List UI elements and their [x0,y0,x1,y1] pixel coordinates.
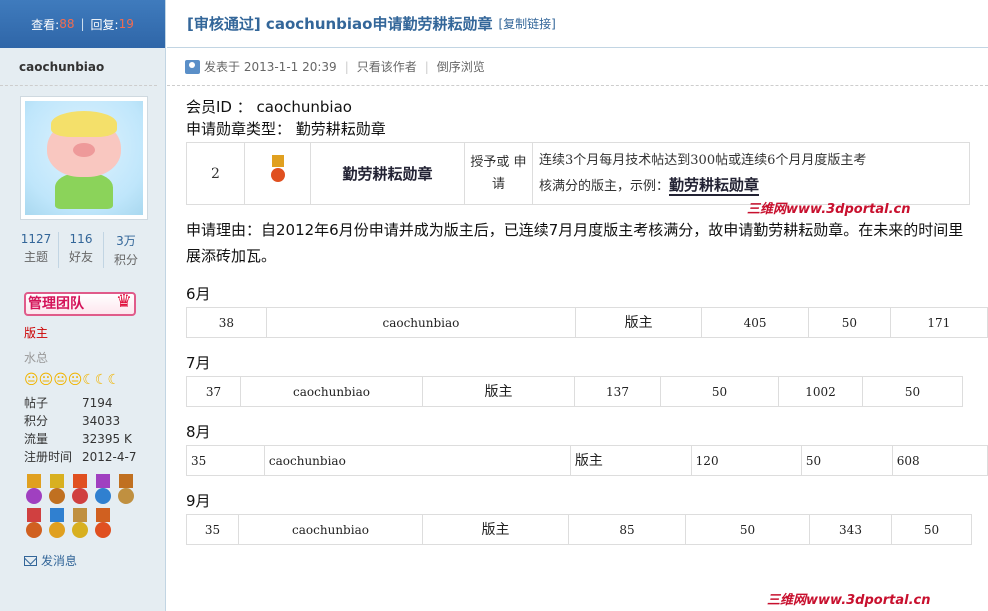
month-record-table: 35 caochunbiao 版主 120 50 608 [186,445,988,476]
info-row: 积分 34033 [24,414,121,428]
table-cell: 50 [800,445,893,476]
table-cell: 85 [568,514,686,545]
member-id-line: 会员ID ： caochunbiao [186,98,352,116]
month-label: 6月 [186,285,211,303]
medal-icon [270,155,286,185]
table-cell: 38 [186,307,267,338]
avatar[interactable] [20,96,148,220]
table-cell: 50 [660,376,779,407]
medal-method: 授予或 申请 [464,142,533,205]
medal-icon[interactable] [24,474,44,506]
month-label: 8月 [186,423,211,441]
post-title-bar: [审核通过] caochunbiao申请勤劳耕耘勋章 [复制链接] [167,0,988,48]
table-row: 37 caochunbiao 版主 137 50 1002 50 [186,376,963,407]
table-cell: 版主 [569,445,692,476]
author-username[interactable]: caochunbiao [0,48,157,86]
medal-icon[interactable] [93,508,113,540]
watermark-text: 三维网www.3dportal.cn [747,202,911,217]
thread-stats: 查看: 88 | 回复: 19 [0,0,165,48]
medal-icon[interactable] [70,474,90,506]
medal-list [24,474,144,540]
post-date: 发表于 2013-1-1 20:39 [204,60,337,74]
table-cell: caochunbiao [263,445,571,476]
table-cell: 50 [808,307,891,338]
table-cell: 版主 [422,514,569,545]
table-cell: 50 [685,514,810,545]
divider: | [80,17,85,31]
month-record-table: 37 caochunbiao 版主 137 50 1002 50 [186,376,963,407]
month-label: 9月 [186,492,211,510]
info-row: 流量 32395 K [24,432,132,446]
table-cell: 608 [891,445,988,476]
medal-icon[interactable] [70,508,90,540]
monthly-records: 6月 38 caochunbiao 版主 405 50 171 7月 37 caochunbiao… [186,283,988,545]
management-team-badge: 管理团队 ♛ [24,292,136,316]
table-row: 35 caochunbiao 版主 120 50 608 [186,445,988,476]
table-cell: 版主 [575,307,703,338]
replies-label: 回复: [90,17,119,32]
table-row: 35 caochunbiao 版主 85 50 343 50 [186,514,972,545]
medal-icon[interactable] [116,474,136,506]
table-cell: 版主 [422,376,575,407]
medal-icon-cell [244,142,311,205]
table-cell: caochunbiao [238,514,423,545]
author-icon [185,59,200,74]
user-role[interactable]: 版主 [24,324,165,341]
medal-icon[interactable] [47,508,67,540]
replies-count: 19 [118,17,134,31]
stat-friends[interactable]: 116 好友 [59,232,104,268]
table-cell: 50 [891,514,972,545]
only-author-link[interactable]: 只看该作者 [357,58,417,75]
table-cell: caochunbiao [265,307,577,338]
medal-icon[interactable] [24,508,44,540]
author-sidebar: 查看: 88 | 回复: 19 caochunbiao 1127 主题 116 … [0,0,166,611]
table-row: 38 caochunbiao 版主 405 50 171 [186,307,988,338]
table-cell: 343 [809,514,892,545]
table-cell: 120 [690,445,802,476]
info-row: 注册时间 2012-4-7 [24,450,137,464]
stat-points[interactable]: 3万 积分 [104,232,148,268]
reverse-order-link[interactable]: 倒序浏览 [437,58,485,75]
mail-icon [24,555,37,566]
send-message-link[interactable]: 发消息 [24,552,165,569]
month-record-table: 35 caochunbiao 版主 85 50 343 50 [186,514,972,545]
table-cell: 50 [862,376,963,407]
user-group: 水总 [24,351,49,365]
table-cell: 35 [186,445,265,476]
medal-icon[interactable] [93,474,113,506]
stat-threads[interactable]: 1127 主题 [14,232,59,268]
crown-icon: ♛ [115,291,132,312]
copy-link-button[interactable]: [复制链接] [499,15,556,32]
month-label: 7月 [186,354,211,372]
pig-avatar-image [25,101,143,215]
post-main: [审核通过] caochunbiao申请勤劳耕耘勋章 [复制链接] 发表于 20… [167,0,988,611]
medal-description: 连续3个月每月技术帖达到300帖或连续6个月月度版主考 核满分的版主，示例：勤劳… [532,142,970,205]
views-count: 88 [59,17,75,31]
table-cell: 405 [701,307,810,338]
author-stats: 1127 主题 116 好友 3万 积分 [14,232,148,268]
medal-info-table: 2 勤劳耕耘勋章 授予或 申请 连续3个月每月技术帖达到300帖或连续6个月月度… [186,142,970,205]
medal-type-line: 申请勋章类型： 勤劳耕耘勋章 [186,120,386,138]
month-record-table: 38 caochunbiao 版主 405 50 171 [186,307,988,338]
author-info: 帖子 7194 积分 34033 流量 32395 K 注册时间 2012-4-7 [24,394,165,466]
post-content: 会员ID ： caochunbiao 申请勋章类型： 勤劳耕耘勋章 2 勤劳耕耘… [167,86,988,545]
application-reason: 申请理由：自2012年6月份申请并成为版主后，已连续7月月度版主考核满分，故申请… [186,221,964,265]
table-cell: 37 [186,376,241,407]
table-cell: 137 [574,376,661,407]
post-title: [审核通过] caochunbiao申请勤劳耕耘勋章 [187,15,493,33]
table-cell: 35 [186,514,239,545]
info-row: 帖子 7194 [24,396,113,410]
level-icons: 😐😐😐😐☾☾☾ [24,372,121,388]
medal-no: 2 [186,142,245,205]
table-row: 2 勤劳耕耘勋章 授予或 申请 连续3个月每月技术帖达到300帖或连续6个月月度… [186,142,970,205]
medal-example: 勤劳耕耘勋章 [669,175,760,196]
table-cell: caochunbiao [240,376,423,407]
table-cell: 1002 [778,376,863,407]
post-meta: 发表于 2013-1-1 20:39 | 只看该作者 | 倒序浏览 [167,48,988,86]
table-cell: 171 [889,307,988,338]
views-label: 查看: [31,17,60,32]
medal-name: 勤劳耕耘勋章 [310,142,465,205]
medal-icon[interactable] [47,474,67,506]
watermark-text: 三维网www.3dportal.cn [767,593,931,608]
